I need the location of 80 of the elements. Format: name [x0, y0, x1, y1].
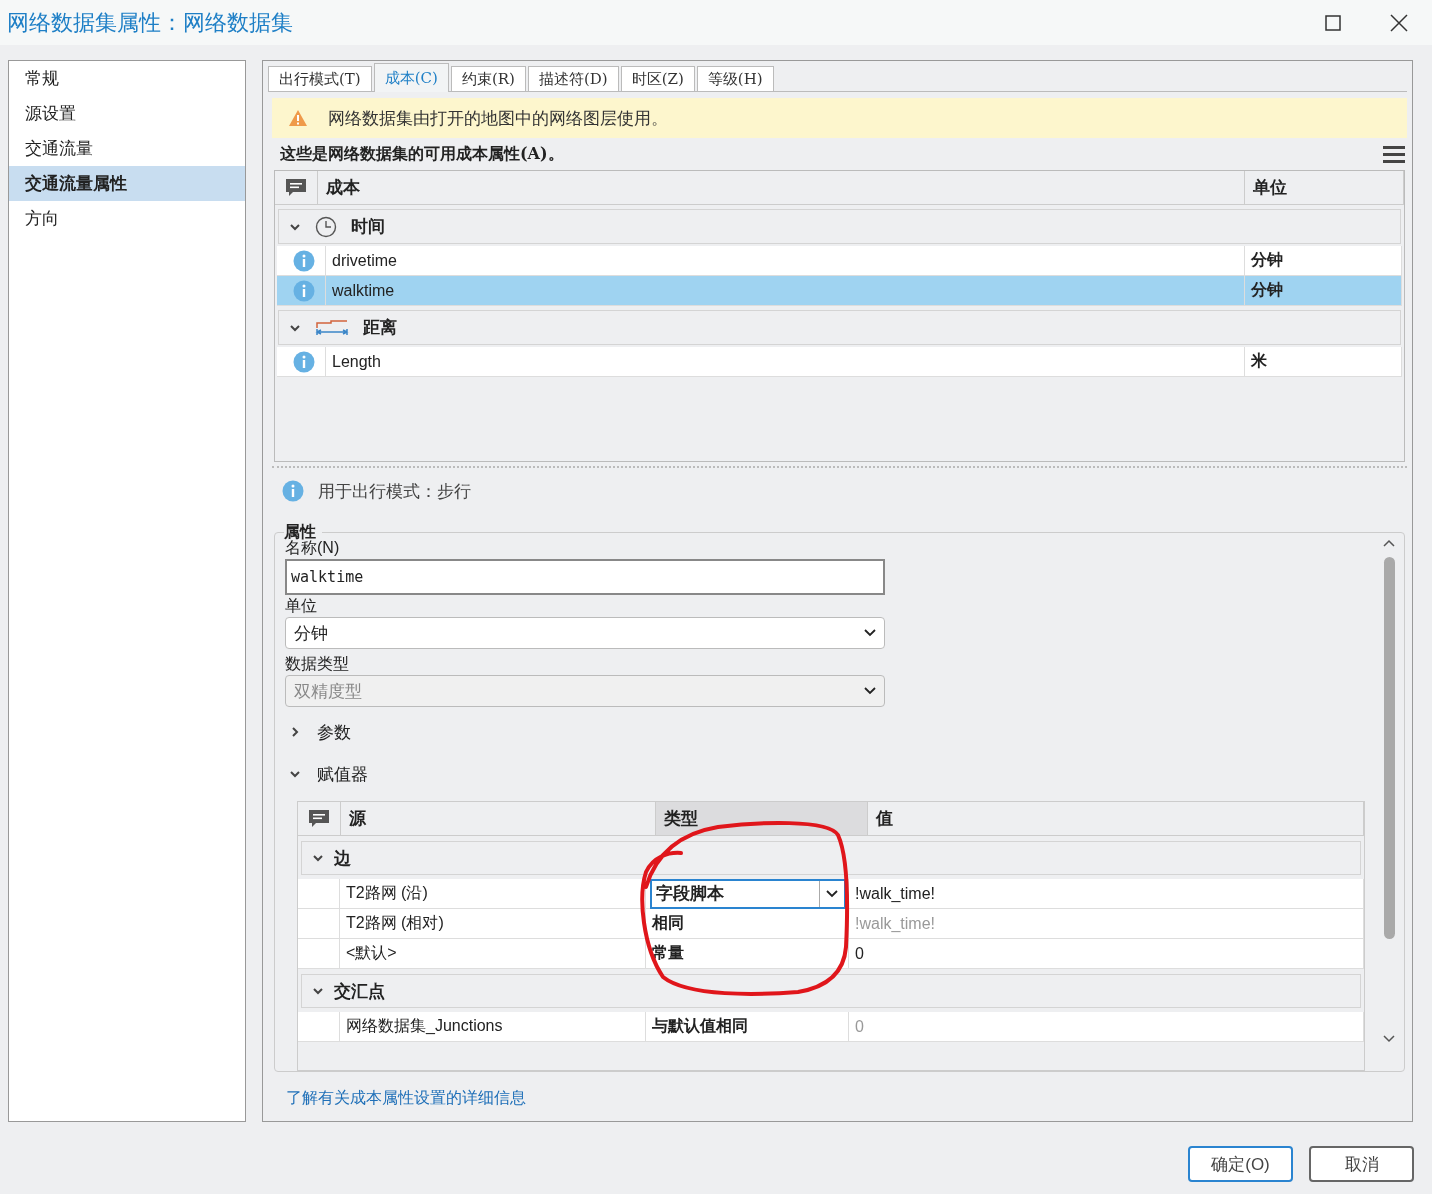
- source-cell-text: 网络数据集_Junctions: [346, 1016, 503, 1036]
- tab[interactable]: 时区(Z): [620, 66, 695, 91]
- cost-unit: 分钟: [1251, 280, 1283, 300]
- section-toggle[interactable]: 参数: [285, 711, 1374, 753]
- menu-icon[interactable]: [1383, 145, 1405, 163]
- group-label: 边: [334, 847, 351, 870]
- cost-name: drivetime: [332, 251, 397, 270]
- chevron-down-icon[interactable]: [289, 768, 301, 780]
- distance-icon: [315, 319, 349, 336]
- group-header[interactable]: 距离: [278, 310, 1401, 345]
- ok-button[interactable]: 确定(O): [1188, 1146, 1293, 1182]
- cost-row[interactable]: Length 米: [277, 347, 1402, 377]
- source-cell-text: T2路网 (相对): [346, 913, 444, 933]
- field-label: 数据类型: [285, 654, 350, 674]
- column-header[interactable]: 单位: [1245, 171, 1404, 204]
- cost-name: Length: [332, 352, 381, 371]
- help-link[interactable]: 了解有关成本属性设置的详细信息: [286, 1088, 1407, 1109]
- warning-icon: [288, 109, 308, 127]
- sidebar-item[interactable]: 方向: [9, 201, 245, 236]
- scroll-up-icon[interactable]: [1383, 539, 1395, 547]
- group-header[interactable]: 时间: [278, 209, 1401, 244]
- maximize-icon: [1325, 14, 1341, 31]
- tab[interactable]: 成本(C): [373, 63, 449, 92]
- info-icon: [293, 350, 315, 373]
- comment-icon: [285, 177, 307, 198]
- window-title: 网络数据集属性：网络数据集: [7, 8, 294, 37]
- warning-text: 网络数据集由打开的地图中的网络图层使用。: [328, 107, 668, 130]
- column-header[interactable]: 值: [868, 802, 1364, 835]
- cost-name: walktime: [332, 281, 395, 300]
- chevron-right-icon[interactable]: [289, 726, 301, 738]
- tab[interactable]: 约束(R): [450, 66, 526, 91]
- value-cell: 0: [855, 1017, 864, 1036]
- value-cell: !walk_time!: [855, 884, 936, 903]
- info-icon: [282, 480, 304, 502]
- cost-row[interactable]: drivetime 分钟: [277, 246, 1402, 276]
- source-cell-text: T2路网 (沿): [346, 883, 428, 903]
- source-cell-text: <默认>: [346, 943, 397, 963]
- info-icon: [293, 249, 315, 272]
- cost-list-caption: 这些是网络数据集的可用成本属性(A)。: [280, 143, 564, 165]
- cost-unit: 分钟: [1251, 250, 1283, 270]
- chevron-down-icon[interactable]: [312, 985, 324, 997]
- type-cell-text: 相同: [652, 913, 684, 933]
- sidebar-item[interactable]: 交通流量: [9, 131, 245, 166]
- cost-unit: 米: [1251, 351, 1267, 371]
- type-cell-text: 常量: [652, 943, 684, 963]
- group-header[interactable]: 边: [301, 841, 1361, 875]
- field-label: 名称(N): [285, 539, 341, 558]
- type-dropdown[interactable]: 字段脚本: [650, 878, 846, 909]
- column-header[interactable]: 类型: [656, 802, 868, 835]
- close-icon: [1390, 13, 1408, 32]
- cost-row[interactable]: walktime 分钟: [277, 276, 1402, 306]
- group-header[interactable]: 交汇点: [301, 974, 1361, 1008]
- chevron-down-icon[interactable]: [312, 852, 324, 864]
- type-cell-text: 与默认值相同: [652, 1016, 748, 1036]
- unit-dropdown[interactable]: 分钟: [285, 617, 885, 649]
- cancel-button[interactable]: 取消: [1309, 1146, 1414, 1182]
- group-label: 距离: [363, 317, 397, 339]
- tab[interactable]: 等级(H): [696, 66, 774, 91]
- tab[interactable]: 出行模式(T): [268, 66, 372, 91]
- sidebar-item[interactable]: 交通流量属性: [9, 166, 245, 201]
- caret-icon: [864, 687, 876, 695]
- caret-icon: [864, 629, 876, 637]
- field-label: 单位: [285, 596, 318, 616]
- clock-icon: [315, 215, 337, 238]
- caret-icon: [826, 889, 838, 898]
- info-icon: [293, 279, 315, 302]
- tab[interactable]: 描述符(D): [527, 66, 619, 91]
- column-header[interactable]: 成本: [318, 171, 1245, 204]
- usage-note: 用于出行模式：步行: [318, 480, 471, 503]
- comment-icon: [308, 808, 330, 829]
- group-label: 时间: [351, 216, 385, 238]
- sidebar-item[interactable]: 常规: [9, 61, 245, 96]
- value-cell: 0: [855, 944, 864, 963]
- group-label: 交汇点: [334, 980, 385, 1003]
- name-input-field[interactable]: walktime: [285, 559, 885, 595]
- section-toggle[interactable]: 赋值器: [285, 753, 1374, 795]
- value-cell: !walk_time!: [855, 914, 936, 933]
- scroll-down-icon[interactable]: [1383, 1035, 1395, 1043]
- sidebar-item[interactable]: 源设置: [9, 96, 245, 131]
- properties-legend: 属性: [284, 523, 322, 540]
